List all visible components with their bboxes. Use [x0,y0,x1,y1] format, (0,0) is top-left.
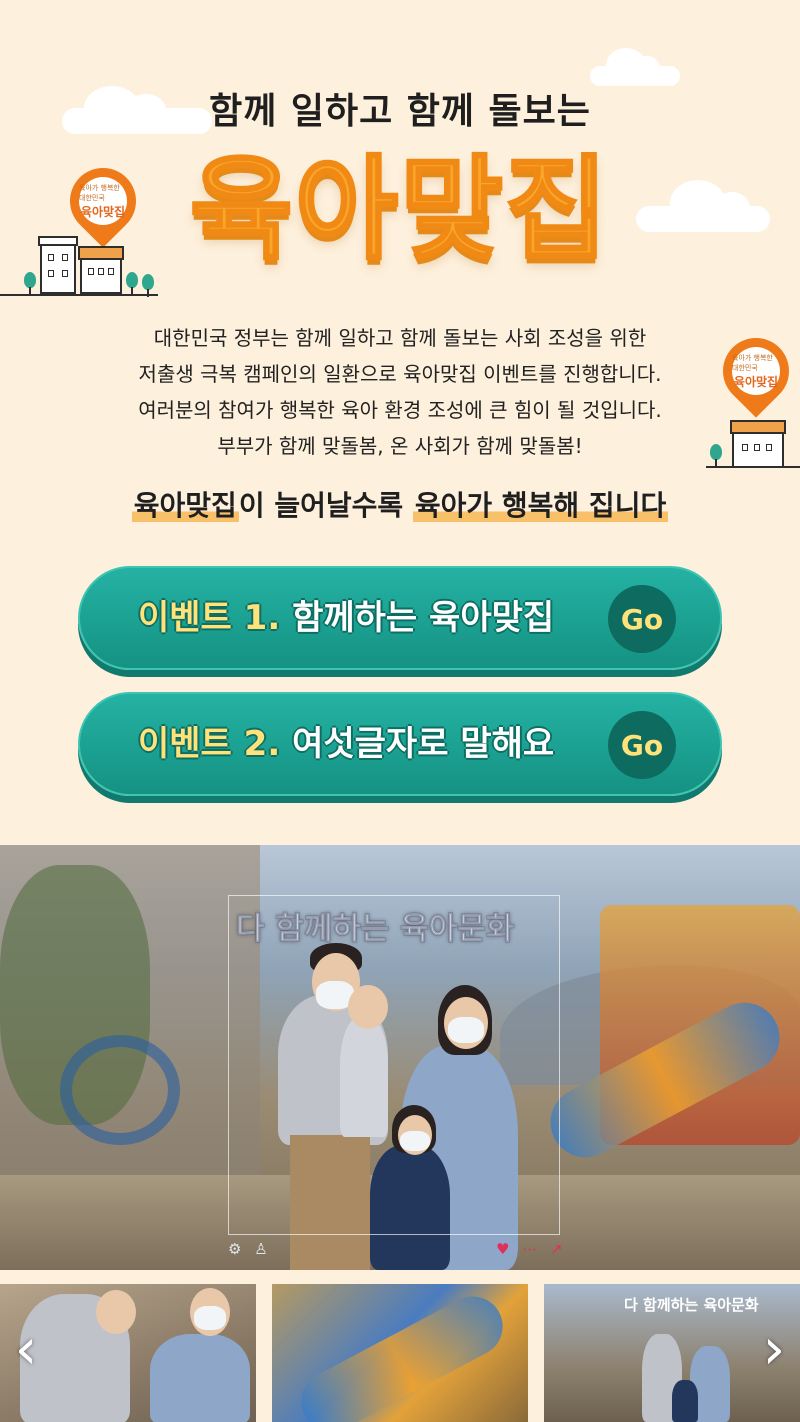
intro-text: 대한민국 정부는 함께 일하고 함께 돌보는 사회 조성을 위한 저출생 극복 … [40,320,760,464]
tree-icon [126,272,138,295]
roof-decoration [78,246,124,260]
ground-line [0,294,158,296]
event-2-go-button[interactable]: Go [608,711,676,779]
event-2-title: 여섯글자로 말해요 [292,724,555,764]
event-1-go-button[interactable]: Go [608,585,676,653]
thumbnail-2[interactable] [272,1284,528,1422]
thumb-slide [290,1285,514,1422]
intro-line: 저출생 극복 캠페인의 일환으로 육아맞집 이벤트를 진행합니다. [138,362,662,386]
ground-line [706,466,800,468]
video-left-icons: ⚙ ♙ [228,1240,272,1258]
event-2-label: 이벤트 2. 여섯글자로 말해요 [138,694,554,794]
house-icon [80,258,122,294]
event-1-number: 이벤트 1. [138,598,281,638]
event-1-button[interactable]: 이벤트 1. 함께하는 육아맞집 Go [78,566,722,670]
tagline-highlight: 육아맞집 [131,489,239,522]
event-2-button[interactable]: 이벤트 2. 여섯글자로 말해요 Go [78,692,722,796]
tree-icon [24,272,36,295]
thumbnail-carousel: 다 함께하는 육아문화 [0,1284,800,1422]
location-pin-icon: 육아가 행복한 대한민국 육아맞집 [56,154,150,248]
event-1-label: 이벤트 1. 함께하는 육아맞집 [138,568,554,668]
campaign-video[interactable]: 다 함께하는 육아문화 ⚙ ♙ ♥ ⋯ ↗ [0,845,800,1270]
house-icon [40,244,76,294]
intro-line: 대한민국 정부는 함께 일하고 함께 돌보는 사회 조성을 위한 [153,326,647,350]
video-caption: 다 함께하는 육아문화 [235,911,515,948]
campaign-subtitle: 함께 일하고 함께 돌보는 [209,91,591,132]
heart-icon: ♥ ⋯ ↗ [496,1240,567,1258]
hero-section: 함께 일하고 함께 돌보는 육아맞집 육아가 행복한 대한민국 육아맞집 육아가… [0,0,800,845]
playground-ring [60,1035,180,1145]
tagline-highlight: 육아가 행복해 집니다 [412,489,669,522]
cloud-decoration [636,180,770,232]
tagline: 육아맞집이 늘어날수록 육아가 행복해 집니다 [0,484,800,524]
thumbnail-caption: 다 함께하는 육아문화 [624,1296,759,1314]
thumb-child [672,1380,698,1422]
next-arrow-icon[interactable]: › [754,1320,794,1380]
tagline-text: 이 늘어날수록 [238,489,413,522]
campaign-logo: 육아맞집 [160,140,640,280]
face-mask [194,1306,226,1330]
roof-decoration [38,236,78,246]
tree-icon [142,274,154,297]
thumb-baby-head [96,1290,136,1334]
event-2-number: 이벤트 2. [138,724,281,764]
logo-text: 육아맞집 [188,144,611,277]
intro-line: 여러분의 참여가 행복한 육아 환경 조성에 큰 힘이 될 것입니다. [138,398,662,422]
pin-small-text: 육아가 행복한 대한민국 [79,183,120,202]
pin-big-text: 육아맞집 [80,204,126,219]
event-1-title: 함께하는 육아맞집 [292,598,555,638]
thumb-mother [150,1334,250,1422]
prev-arrow-icon[interactable]: ‹ [6,1320,46,1380]
video-right-icons: ♥ ⋯ ↗ [496,1240,567,1258]
intro-line: 부부가 함께 맞돌봄, 온 사회가 함께 맞돌봄! [217,434,583,458]
